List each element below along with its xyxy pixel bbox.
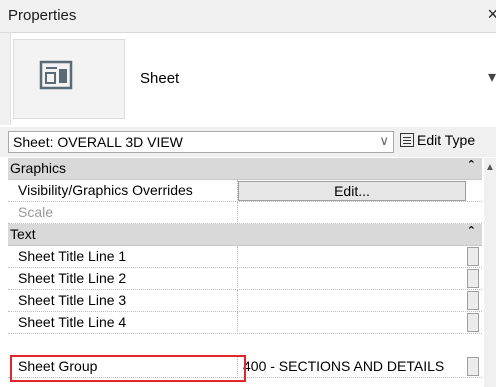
vertical-scrollbar[interactable]: ▲ (484, 158, 496, 387)
scroll-up-icon[interactable]: ▲ (485, 162, 495, 173)
column-divider (237, 290, 239, 312)
palette-title: Properties (8, 7, 77, 24)
highlight-box (10, 355, 246, 382)
property-name: Sheet Title Line 2 (18, 270, 127, 286)
property-name: Sheet Title Line 1 (18, 248, 127, 264)
group-label: Graphics (10, 160, 67, 176)
palette-left-strip (0, 33, 11, 125)
edit-type-icon (400, 133, 414, 147)
type-selector[interactable]: Sheet ▾ (0, 33, 496, 125)
group-header-graphics[interactable]: Graphics ⌃ (8, 158, 482, 180)
column-divider (237, 268, 239, 290)
instance-selector-bar: Sheet: OVERALL 3D VIEW ∨ Edit Type (0, 127, 496, 157)
property-name: Sheet Title Line 4 (18, 314, 127, 330)
group-header-text[interactable]: Text ⌃ (8, 224, 482, 246)
property-name: Scale (18, 204, 54, 220)
property-row-sheet-title-line-2[interactable]: Sheet Title Line 2 (8, 268, 482, 290)
instance-filter-value: Sheet: OVERALL 3D VIEW (13, 134, 183, 150)
associate-parameter-button[interactable] (467, 313, 479, 332)
group-label: Text (10, 226, 36, 242)
property-value[interactable]: 400 - SECTIONS AND DETAILS (243, 358, 444, 374)
properties-titlebar: Properties × (0, 0, 496, 33)
chevron-down-icon[interactable]: ∨ (379, 133, 389, 149)
property-row-sheet-title-line-4[interactable]: Sheet Title Line 4 (8, 312, 482, 334)
column-divider (237, 246, 239, 268)
type-name: Sheet (140, 70, 180, 87)
property-name: Sheet Title Line 3 (18, 292, 127, 308)
associate-parameter-button[interactable] (467, 291, 479, 310)
associate-parameter-button[interactable] (467, 247, 479, 266)
property-row-sheet-title-line-1[interactable]: Sheet Title Line 1 (8, 246, 482, 268)
collapse-icon[interactable]: ⌃ (467, 158, 476, 171)
instance-filter-dropdown[interactable]: Sheet: OVERALL 3D VIEW ∨ (8, 131, 394, 153)
sheet-icon (39, 60, 73, 90)
collapse-icon[interactable]: ⌃ (467, 224, 476, 237)
edit-type-label: Edit Type (417, 132, 476, 148)
property-row-visibility-graphics[interactable]: Visibility/Graphics Overrides Edit... (8, 180, 482, 202)
edit-button[interactable]: Edit... (238, 181, 466, 201)
associate-parameter-button[interactable] (467, 269, 479, 288)
associate-parameter-button[interactable] (467, 357, 479, 376)
property-row-scale: Scale (8, 202, 482, 224)
column-divider (237, 312, 239, 334)
close-icon[interactable]: × (487, 4, 496, 25)
property-name: Visibility/Graphics Overrides (18, 182, 193, 198)
column-divider (237, 202, 239, 224)
edit-type-button[interactable]: Edit Type (400, 132, 475, 148)
property-row-sheet-title-line-3[interactable]: Sheet Title Line 3 (8, 290, 482, 312)
properties-grid: Graphics ⌃ Visibility/Graphics Overrides… (8, 158, 482, 387)
type-dropdown-arrow-icon[interactable]: ▾ (488, 67, 496, 87)
type-preview (13, 39, 125, 119)
